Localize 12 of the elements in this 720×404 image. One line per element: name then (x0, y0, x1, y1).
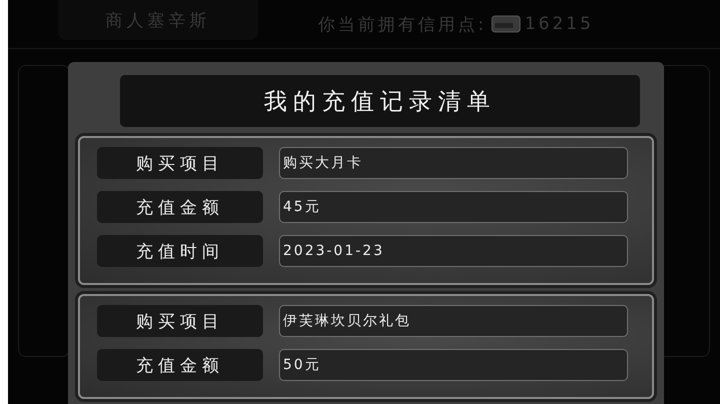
field-value: 50元 (279, 349, 628, 381)
field-value: 2023-01-23 (279, 235, 628, 267)
field-label: 购买项目 (97, 147, 263, 179)
dialog-title: 我的充值记录清单 (120, 75, 640, 127)
field-value: 购买大月卡 (279, 147, 628, 179)
field-label: 充值金额 (97, 349, 263, 381)
field-value: 45元 (279, 191, 628, 223)
field-value: 伊芙琳坎贝尔礼包 (279, 305, 628, 337)
card-icon (490, 15, 521, 33)
field-label: 充值时间 (97, 235, 263, 267)
field-label: 购买项目 (97, 305, 263, 337)
field-label: 充值金额 (97, 191, 263, 223)
